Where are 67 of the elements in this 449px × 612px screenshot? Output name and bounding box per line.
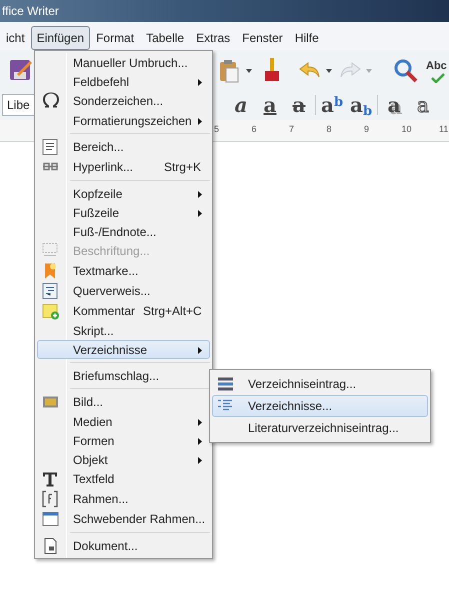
italic-button[interactable]: a: [228, 92, 254, 118]
check-icon: [431, 73, 445, 83]
dropdown-caret-icon[interactable]: [246, 69, 252, 73]
image-icon: [42, 394, 59, 410]
menu-item[interactable]: Fußzeile: [37, 203, 210, 222]
window-title: ffice Writer: [2, 4, 59, 18]
cross-reference-icon: [42, 282, 59, 300]
menu-item[interactable]: Kopfzeile: [37, 184, 210, 203]
text-t-icon: [42, 470, 59, 488]
menu-item[interactable]: Verzeichnisse...: [212, 395, 428, 417]
frame-icon: [42, 490, 59, 508]
menu-item[interactable]: Skript...: [37, 321, 210, 340]
strikethrough-button[interactable]: a: [286, 92, 312, 118]
menu-item[interactable]: Rahmen...: [37, 489, 210, 509]
menu-item[interactable]: Textmarke...: [37, 261, 210, 281]
menu-item[interactable]: Bereich...: [37, 137, 210, 157]
menu-item[interactable]: Verzeichnisse: [37, 340, 210, 359]
menu-item[interactable]: Verzeichniseintrag...: [212, 373, 428, 395]
paintbrush-icon[interactable]: [262, 57, 282, 83]
ruler-number: 10: [402, 123, 412, 136]
dropdown-caret-icon[interactable]: [326, 69, 332, 73]
underline-button[interactable]: a: [257, 92, 283, 118]
paste-icon[interactable]: [218, 59, 240, 83]
ruler-number: 5: [214, 123, 220, 136]
menu-item[interactable]: Fuß-/Endnote...: [37, 222, 210, 241]
menu-item[interactable]: Objekt: [37, 450, 210, 469]
menu-item[interactable]: Literaturverzeichniseintrag...: [212, 417, 428, 439]
outline-button[interactable]: a: [410, 92, 436, 118]
omega-icon: [42, 92, 59, 110]
menu-bar-item[interactable]: Extras: [190, 26, 236, 50]
menu-item[interactable]: Medien: [37, 412, 210, 431]
menu-bar-item[interactable]: Fenster: [236, 26, 289, 50]
menu-item[interactable]: Querverweis...: [37, 281, 210, 301]
superscript-button[interactable]: a$^{b}$: [319, 92, 345, 118]
menu-item[interactable]: Formen: [37, 431, 210, 450]
comment-icon: [42, 302, 59, 320]
menu-item[interactable]: Schwebender Rahmen...: [37, 509, 210, 529]
window-icon: [42, 510, 59, 528]
find-replace-icon[interactable]: [392, 57, 418, 83]
menu-bar-item[interactable]: Einfügen: [30, 26, 90, 50]
menu-item[interactable]: Dokument...: [37, 536, 210, 556]
menu-item[interactable]: Kommentar Strg+Alt+C: [37, 301, 210, 321]
menu-item[interactable]: Textfeld: [37, 469, 210, 489]
menu-item[interactable]: Briefumschlag...: [37, 366, 210, 385]
save-icon[interactable]: [9, 58, 33, 82]
index-entry-icon: [217, 376, 234, 392]
ruler-number: 8: [326, 123, 332, 136]
redo-icon: [338, 60, 362, 80]
document-icon: [42, 538, 59, 554]
menu-item[interactable]: Bild...: [37, 392, 210, 412]
menu-bar-item[interactable]: Tabelle: [140, 26, 190, 50]
menu-bar-item[interactable]: Format: [90, 26, 140, 50]
menu-bar-item[interactable]: icht: [0, 26, 31, 50]
ruler-number: 7: [289, 123, 294, 136]
ruler-number: 11: [439, 123, 448, 136]
spellcheck-button[interactable]: Abc: [426, 58, 447, 74]
subscript-button[interactable]: a$_{b}$: [348, 92, 374, 118]
menu-item[interactable]: Manueller Umbruch...: [37, 53, 210, 72]
menu-bar-item[interactable]: Hilfe: [288, 26, 325, 50]
menu-item[interactable]: Hyperlink... Strg+K: [37, 157, 210, 177]
shadow-button[interactable]: a: [381, 92, 407, 118]
text-block-icon: [42, 138, 59, 156]
ruler-number: 9: [364, 123, 370, 136]
dropdown-caret-icon: [366, 69, 372, 73]
menu-item[interactable]: Feldbefehl: [37, 72, 210, 91]
ruler-number: 6: [252, 123, 257, 136]
bookmark-icon: [42, 262, 59, 280]
